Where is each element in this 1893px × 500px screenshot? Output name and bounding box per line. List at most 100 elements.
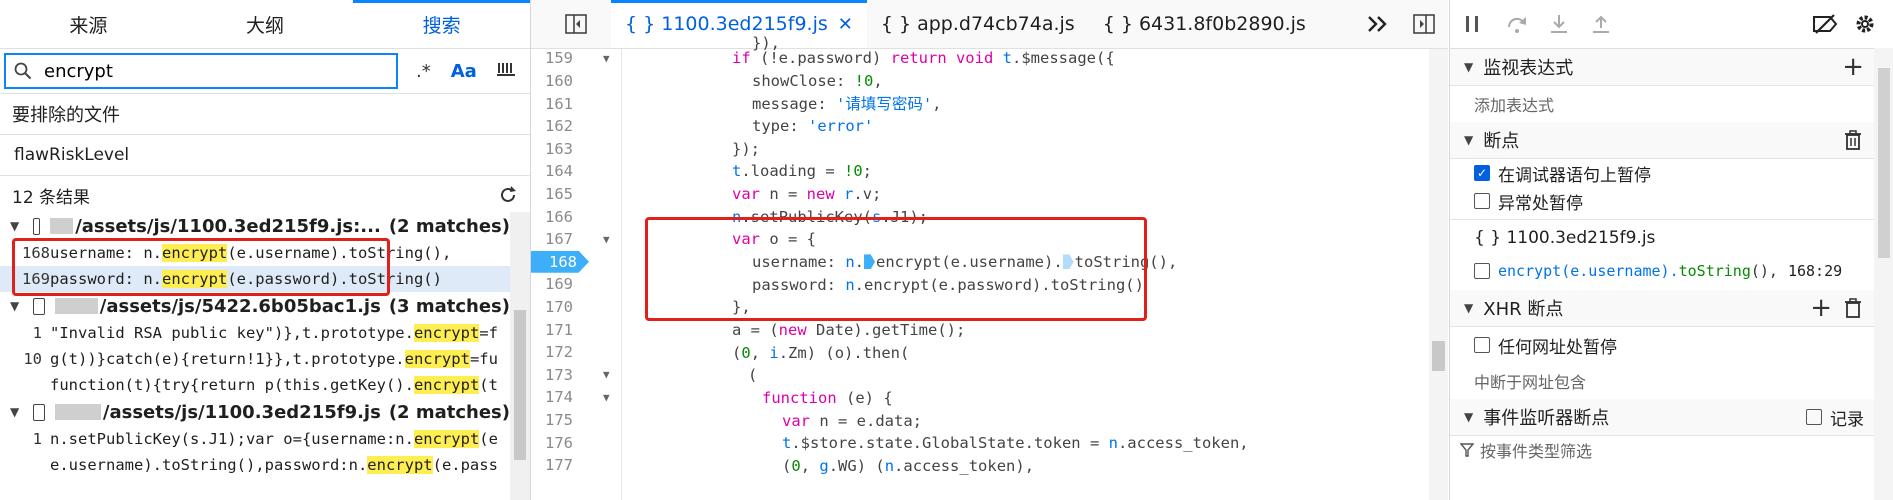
breakpoints-section-header[interactable]: ▼ 断点: [1450, 122, 1893, 159]
pause-any-url-row[interactable]: 任何网址处暂停: [1450, 327, 1893, 363]
trash-icon[interactable]: [1844, 130, 1862, 150]
gutter-line[interactable]: 163: [531, 137, 621, 160]
search-input[interactable]: [42, 59, 366, 83]
watch-section-header[interactable]: ▼ 监视表达式 +: [1450, 49, 1893, 86]
more-tabs-icon[interactable]: [1367, 15, 1389, 33]
gutter-line[interactable]: 165: [531, 183, 621, 206]
pause-icon[interactable]: [1464, 15, 1480, 33]
breakpoint-marker[interactable]: 168: [531, 250, 589, 273]
side-panel-scrollbar-thumb[interactable]: [1878, 68, 1890, 258]
trash-icon[interactable]: [1844, 298, 1862, 318]
pause-on-exceptions-row[interactable]: 异常处暂停: [1450, 187, 1893, 215]
regex-toggle-button[interactable]: .*: [416, 61, 431, 82]
result-match-row[interactable]: 1 n.setPublicKey(s.J1);var o={username:n.…: [0, 426, 510, 452]
result-match-row[interactable]: function(t){try{return p(this.getKey(). e…: [0, 372, 510, 398]
step-in-icon[interactable]: [1548, 14, 1570, 34]
line-number: 166: [545, 207, 573, 226]
editor-tab-app[interactable]: { } app.d74cb74a.js: [867, 0, 1089, 48]
result-match-count: (2 matches): [388, 401, 510, 423]
editor-tab-6431[interactable]: { } 6431.8f0b2890.js: [1089, 0, 1320, 48]
gutter-line[interactable]: 173 ▼: [531, 363, 621, 386]
tab-search[interactable]: 搜索: [353, 0, 530, 48]
xhr-title: XHR 断点: [1483, 299, 1564, 320]
editor-scrollbar-thumb[interactable]: [1432, 341, 1445, 371]
gutter-line[interactable]: 161: [531, 92, 621, 115]
results-scrollbar[interactable]: [510, 212, 530, 500]
gutter-line[interactable]: 177: [531, 454, 621, 477]
result-text-post: (e.pass: [432, 456, 498, 474]
fold-toggle-icon[interactable]: ▼: [603, 52, 610, 65]
toggle-right-panel-icon[interactable]: [1413, 14, 1435, 34]
debugger-window: 来源 大纲 搜索 .* Aa: [0, 0, 1893, 500]
gutter-line[interactable]: 169: [531, 273, 621, 296]
gutter-line[interactable]: 166: [531, 205, 621, 228]
result-text-pre: g(t))}catch(e){return!1}},t.prototype.: [50, 350, 405, 368]
gutter-line[interactable]: 159 ▼: [531, 47, 621, 70]
gutter-line[interactable]: 171: [531, 318, 621, 341]
result-file-row[interactable]: ▼ /assets/js/1100.3ed215f9.js (2 matches): [0, 398, 510, 426]
refresh-icon[interactable]: [498, 185, 518, 205]
result-line-number: 10: [23, 350, 42, 368]
gutter-line[interactable]: 176: [531, 431, 621, 454]
event-filter-row[interactable]: 按事件类型筛选: [1450, 436, 1893, 464]
pause-on-debugger-row[interactable]: ✓ 在调试器语句上暂停: [1450, 159, 1893, 187]
editor-tab-1100[interactable]: { } 1100.3ed215f9.js ✕: [611, 0, 867, 48]
breakpoint-entry[interactable]: encrypt(e.username). toString (), 168:29: [1450, 256, 1893, 286]
result-text-pre: function(t){try{return p(this.getKey().: [50, 376, 414, 394]
match-case-toggle-button[interactable]: Aa: [451, 61, 477, 82]
gutter-line[interactable]: 168: [531, 250, 621, 273]
breakpoint-file-row[interactable]: { } 1100.3ed215f9.js: [1450, 219, 1893, 256]
breakpoint-enabled-checkbox[interactable]: [1474, 263, 1490, 279]
redacted-path: [50, 218, 74, 234]
fold-toggle-icon[interactable]: ▼: [603, 391, 610, 404]
fold-toggle-icon[interactable]: ▼: [603, 233, 610, 246]
result-file-row[interactable]: ▼ /assets/js/1100.3ed215f9.js:... (2 match…: [0, 212, 510, 240]
line-number: 172: [545, 343, 573, 362]
add-xhr-breakpoint-icon[interactable]: +: [1810, 293, 1832, 323]
gutter-line[interactable]: 172: [531, 341, 621, 364]
gutter-line[interactable]: 164: [531, 160, 621, 183]
editor-scrollbar[interactable]: [1429, 49, 1448, 500]
line-number: 175: [545, 410, 573, 429]
deactivate-breakpoints-icon[interactable]: [1812, 14, 1838, 34]
pause-on-debugger-checkbox[interactable]: ✓: [1474, 165, 1490, 181]
tab-sources[interactable]: 来源: [0, 0, 177, 48]
pause-on-exceptions-label: 异常处暂停: [1498, 193, 1583, 214]
results-scrollbar-thumb[interactable]: [514, 310, 526, 460]
event-listener-section-header[interactable]: ▼ 事件监听器断点 记录: [1450, 399, 1893, 436]
gutter-line[interactable]: 167 ▼: [531, 228, 621, 251]
add-watch-icon[interactable]: +: [1842, 52, 1864, 82]
gutter-line[interactable]: 162: [531, 115, 621, 138]
close-icon[interactable]: ✕: [838, 14, 853, 35]
exclude-files-input[interactable]: flawRiskLevel: [0, 135, 530, 176]
line-gutter[interactable]: 159 ▼ 160 161 162 163 164 165 166 167 ▼ 168 169 170 17…: [531, 49, 621, 500]
step-over-icon[interactable]: [1506, 14, 1528, 34]
result-file-row[interactable]: ▼ /assets/js/5422.6b05bac1.js (3 matches): [0, 292, 510, 320]
gutter-line[interactable]: 174 ▼: [531, 386, 621, 409]
gutter-line[interactable]: 175: [531, 409, 621, 432]
file-icon: [33, 403, 46, 421]
add-watch-expression-input[interactable]: 添加表达式: [1450, 86, 1893, 122]
gear-icon[interactable]: [1854, 13, 1876, 35]
result-match-row[interactable]: 1 "Invalid RSA public key")},t.prototype.…: [0, 320, 510, 346]
watch-title: 监视表达式: [1483, 58, 1574, 79]
pause-on-exceptions-checkbox[interactable]: [1474, 193, 1490, 209]
step-out-icon[interactable]: [1590, 14, 1612, 34]
toggle-sidebar-icon[interactable]: [565, 14, 587, 34]
result-match-row[interactable]: e.username).toString(),password:n. encryp…: [0, 452, 510, 478]
fold-toggle-icon[interactable]: ▼: [603, 368, 610, 381]
pause-any-url-checkbox[interactable]: [1474, 337, 1490, 353]
tab-outline[interactable]: 大纲: [177, 0, 354, 48]
side-panel-scrollbar[interactable]: [1874, 48, 1893, 500]
line-number: 162: [545, 117, 573, 136]
gutter-line[interactable]: 170: [531, 296, 621, 319]
whole-word-toggle-button[interactable]: [496, 61, 515, 82]
line-number: 170: [545, 297, 573, 316]
url-contains-input[interactable]: 中断于网址包含: [1450, 363, 1893, 399]
xhr-section-header[interactable]: ▼ XHR 断点 +: [1450, 290, 1893, 327]
log-events-checkbox[interactable]: [1806, 409, 1822, 425]
gutter-line[interactable]: 160: [531, 70, 621, 93]
event-filter-input[interactable]: 按事件类型筛选: [1480, 438, 1592, 462]
log-events-toggle[interactable]: 记录: [1806, 405, 1864, 430]
result-match-row[interactable]: 10 g(t))}catch(e){return!1}},t.prototype.…: [0, 346, 510, 372]
